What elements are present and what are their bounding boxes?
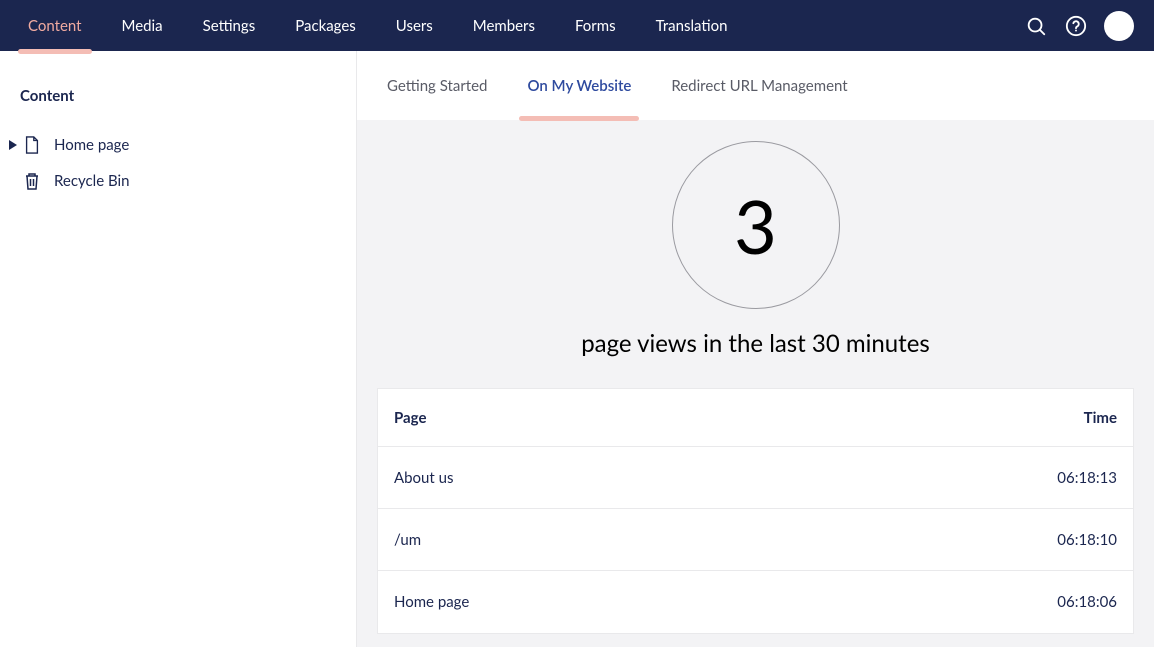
subnav-label: Redirect URL Management <box>671 77 847 95</box>
subnav-label: Getting Started <box>387 77 487 95</box>
tree-item-label: Recycle Bin <box>54 172 130 190</box>
pageviews-table: Page Time About us 06:18:13 /um 06:18:10… <box>377 388 1134 634</box>
subnav-item-getting-started[interactable]: Getting Started <box>387 51 487 120</box>
topnav-label: Translation <box>656 17 728 35</box>
subnav: Getting Started On My Website Redirect U… <box>357 51 1154 121</box>
cell-page: Home page <box>394 593 977 611</box>
search-icon[interactable] <box>1024 14 1048 38</box>
topnav-item-members[interactable]: Members <box>453 0 555 51</box>
topnav-item-translation[interactable]: Translation <box>636 0 748 51</box>
stat-value: 3 <box>734 181 777 270</box>
topnav-label: Settings <box>203 17 256 35</box>
topnav: Content Media Settings Packages Users Me… <box>0 0 1154 51</box>
stat-value-circle: 3 <box>672 141 840 309</box>
document-icon <box>20 136 44 154</box>
topnav-items: Content Media Settings Packages Users Me… <box>8 0 748 51</box>
table-header-row: Page Time <box>378 389 1133 447</box>
topnav-label: Forms <box>575 17 616 35</box>
topnav-label: Packages <box>295 17 356 35</box>
subnav-item-on-my-website[interactable]: On My Website <box>527 51 631 120</box>
topnav-item-packages[interactable]: Packages <box>275 0 376 51</box>
stat-widget: 3 page views in the last 30 minutes <box>377 141 1134 358</box>
topnav-item-forms[interactable]: Forms <box>555 0 636 51</box>
tree-item-recycle-bin[interactable]: Recycle Bin <box>0 163 356 199</box>
caret-icon[interactable] <box>6 140 20 150</box>
content-area: Getting Started On My Website Redirect U… <box>357 51 1154 647</box>
topnav-item-content[interactable]: Content <box>8 0 102 51</box>
tree: Home page Recycle Bin <box>0 127 356 199</box>
avatar[interactable] <box>1104 11 1134 41</box>
table-row[interactable]: About us 06:18:13 <box>378 447 1133 509</box>
subnav-item-redirect-url[interactable]: Redirect URL Management <box>671 51 847 120</box>
topnav-item-users[interactable]: Users <box>376 0 453 51</box>
table-row[interactable]: /um 06:18:10 <box>378 509 1133 571</box>
topnav-item-settings[interactable]: Settings <box>183 0 276 51</box>
sidebar: Content Home page Recycle Bin <box>0 51 357 647</box>
topnav-label: Members <box>473 17 535 35</box>
cell-time: 06:18:13 <box>977 469 1117 487</box>
subnav-label: On My Website <box>527 77 631 95</box>
cell-time: 06:18:06 <box>977 593 1117 611</box>
cell-time: 06:18:10 <box>977 531 1117 549</box>
tree-item-label: Home page <box>54 136 129 154</box>
dashboard: 3 page views in the last 30 minutes Page… <box>357 121 1154 647</box>
tree-item-home-page[interactable]: Home page <box>0 127 356 163</box>
table-header-page: Page <box>394 409 977 427</box>
topnav-label: Media <box>122 17 163 35</box>
topnav-label: Users <box>396 17 433 35</box>
topnav-label: Content <box>28 17 82 35</box>
topnav-item-media[interactable]: Media <box>102 0 183 51</box>
cell-page: /um <box>394 531 977 549</box>
help-icon[interactable] <box>1064 14 1088 38</box>
trash-icon <box>20 172 44 190</box>
sidebar-title: Content <box>0 75 356 127</box>
table-header-time: Time <box>977 409 1117 427</box>
stat-caption: page views in the last 30 minutes <box>581 329 930 358</box>
cell-page: About us <box>394 469 977 487</box>
table-row[interactable]: Home page 06:18:06 <box>378 571 1133 633</box>
topnav-right <box>1024 11 1146 41</box>
